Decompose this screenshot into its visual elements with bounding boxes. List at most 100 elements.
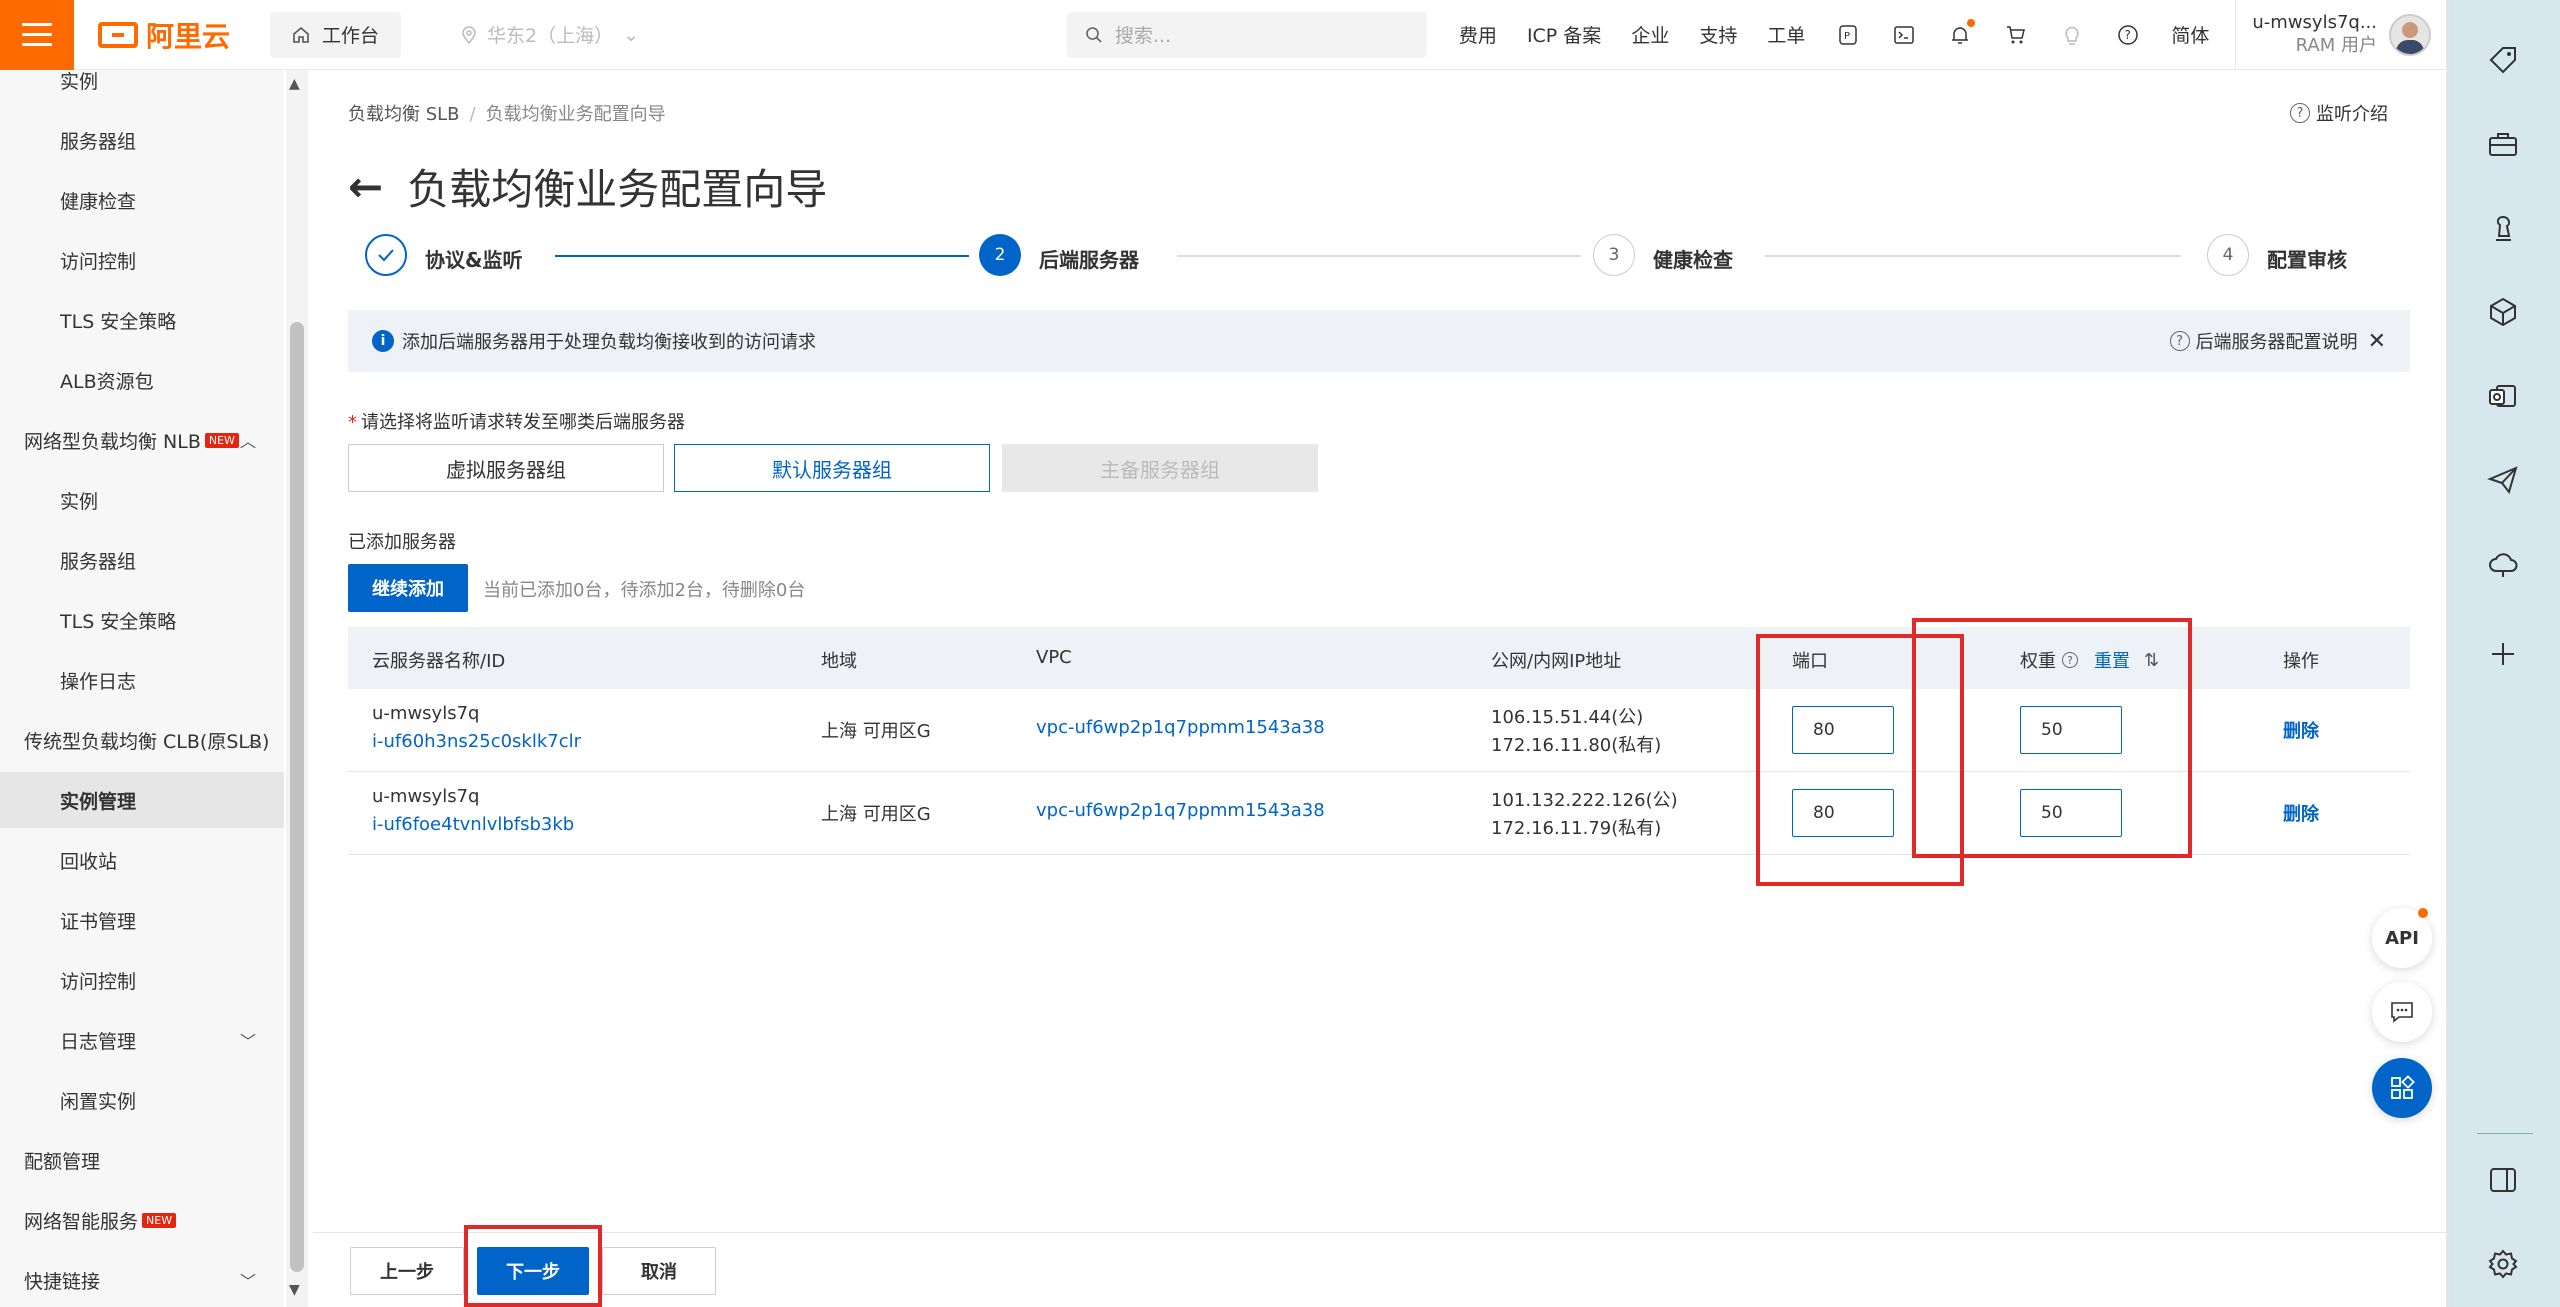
close-icon[interactable]: ✕ <box>2368 329 2386 354</box>
sidebar-item-label: 网络智能服务 <box>24 1210 139 1233</box>
cart-icon[interactable] <box>2003 22 2029 48</box>
sidebar-item-alb-access-control[interactable]: 访问控制 <box>0 232 284 288</box>
next-step-button[interactable]: 下一步 <box>477 1247 589 1295</box>
reset-weight-link[interactable]: 重置 <box>2094 647 2130 673</box>
continue-add-button[interactable]: 继续添加 <box>348 564 468 612</box>
sidebar-item-label: 回收站 <box>60 850 118 873</box>
page-title: ← 负载均衡业务配置向导 <box>348 156 827 217</box>
server-id-link[interactable]: i-uf60h3ns25c0sklk7clr <box>372 731 581 752</box>
sort-icon[interactable]: ⇅ <box>2144 650 2159 671</box>
sidebar-item-recycle-bin[interactable]: 回收站 <box>0 832 284 888</box>
sidebar-item-nlb-server-group[interactable]: 服务器组 <box>0 532 284 588</box>
sidebar-item-clb-access-control[interactable]: 访问控制 <box>0 952 284 1008</box>
sidebar-item-alb-server-group[interactable]: 服务器组 <box>0 112 284 168</box>
settings-gear-icon[interactable] <box>2483 1244 2523 1284</box>
add-status-text: 当前已添加0台，待添加2台，待删除0台 <box>483 580 806 601</box>
sidebar-item-alb-instance[interactable]: 实例 <box>0 52 284 108</box>
breadcrumb: 负载均衡 SLB / 负载均衡业务配置向导 <box>348 100 666 126</box>
outlook-icon[interactable] <box>2483 376 2523 416</box>
chess-icon[interactable] <box>2483 208 2523 248</box>
cloud-icon[interactable] <box>2483 544 2523 584</box>
region-selector[interactable]: 华东2（上海） ⌄ <box>461 21 639 48</box>
scroll-down-icon[interactable]: ▼ <box>289 1282 300 1298</box>
search-input[interactable]: 搜索... <box>1066 11 1427 58</box>
server-table: 云服务器名称/ID 地域 VPC 公网/内网IP地址 端口 权重 ? 重置 ⇅ … <box>348 627 2410 855</box>
api-label: API <box>2385 927 2419 949</box>
cube-icon[interactable] <box>2483 292 2523 332</box>
nav-enterprise[interactable]: 企业 <box>1631 21 1669 48</box>
sidebar-item-instance-management[interactable]: 实例管理 <box>0 772 284 828</box>
sidebar-item-label: 网络型负载均衡 NLB <box>24 430 201 453</box>
step-4-label: 配置审核 <box>2267 248 2347 272</box>
delete-button[interactable]: 删除 <box>2283 717 2319 743</box>
backend-config-help-link[interactable]: ? 后端服务器配置说明 ✕ <box>2169 328 2386 354</box>
api-float-button[interactable]: API <box>2372 908 2432 968</box>
user-menu[interactable]: u-mwsyls7q... RAM 用户 <box>2235 0 2431 70</box>
breadcrumb-slb[interactable]: 负载均衡 SLB <box>348 104 460 125</box>
server-group-prompt: * 请选择将监听请求转发至哪类后端服务器 <box>348 408 685 434</box>
sidebar-item-nlb-instance[interactable]: 实例 <box>0 472 284 528</box>
sidebar-item-label: 服务器组 <box>60 130 137 153</box>
vpc-link[interactable]: vpc-uf6wp2p1q7ppmm1543a38 <box>1036 717 1325 738</box>
sidebar-item-nlb-tls[interactable]: TLS 安全策略 <box>0 592 284 648</box>
avatar[interactable] <box>2389 13 2431 56</box>
vpc-link[interactable]: vpc-uf6wp2p1q7ppmm1543a38 <box>1036 800 1325 821</box>
sidebar-item-label: 证书管理 <box>60 910 137 933</box>
add-icon[interactable] <box>2483 634 2523 674</box>
sidebar-item-alb-resource-pack[interactable]: ALB资源包 <box>0 352 284 408</box>
lightbulb-icon[interactable] <box>2059 22 2085 48</box>
help-icon[interactable]: ? <box>2115 22 2141 48</box>
apps-float-button[interactable] <box>2372 1058 2432 1118</box>
back-arrow-icon[interactable]: ← <box>348 162 383 211</box>
info-text: 添加后端服务器用于处理负载均衡接收到的访问请求 <box>402 332 816 353</box>
primary-backup-group-button: 主备服务器组 <box>1002 444 1318 492</box>
terminal-icon[interactable] <box>1891 22 1917 48</box>
virtual-server-group-button[interactable]: 虚拟服务器组 <box>348 444 664 492</box>
sidebar-group-nlb[interactable]: 网络型负载均衡 NLB NEW ︿ <box>0 412 284 468</box>
port-input[interactable]: 80 <box>1792 706 1894 754</box>
nav-icp[interactable]: ICP 备案 <box>1527 21 1601 48</box>
notification-bell-icon[interactable] <box>1947 18 1976 48</box>
tag-icon[interactable] <box>2483 40 2523 80</box>
sidebar-item-log-management[interactable]: 日志管理 ﹀ <box>0 1012 284 1068</box>
chevron-down-icon: ﹀ <box>239 1272 256 1291</box>
public-ip: 106.15.51.44(公) <box>1491 707 1644 728</box>
api-explorer-icon[interactable]: P <box>1835 22 1861 48</box>
listener-intro-link[interactable]: ? 监听介绍 <box>2290 100 2388 126</box>
sidebar-item-alb-tls[interactable]: TLS 安全策略 <box>0 292 284 348</box>
nav-ticket[interactable]: 工单 <box>1767 21 1805 48</box>
step-1-check-icon <box>365 234 407 276</box>
logo[interactable]: 阿里云 <box>98 15 230 55</box>
sidebar-panel-icon[interactable] <box>2483 1160 2523 1200</box>
sidebar-item-idle-instance[interactable]: 闲置实例 <box>0 1072 284 1128</box>
sidebar-item-certificate[interactable]: 证书管理 <box>0 892 284 948</box>
nav-fees[interactable]: 费用 <box>1459 21 1497 48</box>
cancel-button[interactable]: 取消 <box>602 1247 716 1295</box>
sidebar-item-network-intelligence[interactable]: 网络智能服务 NEW <box>0 1192 284 1248</box>
toolbox-icon[interactable] <box>2483 124 2523 164</box>
sidebar-group-clb[interactable]: 传统型负载均衡 CLB(原SLB) ︿ <box>0 712 284 768</box>
sidebar-item-nlb-operation-log[interactable]: 操作日志 <box>0 652 284 708</box>
question-icon[interactable]: ? <box>2062 652 2078 668</box>
sidebar-item-label: 实例管理 <box>60 790 137 813</box>
step-2-label: 后端服务器 <box>1039 248 1139 272</box>
delete-button[interactable]: 删除 <box>2283 800 2319 826</box>
language-switch[interactable]: 简体 <box>2171 21 2209 48</box>
sidebar-item-alb-health-check[interactable]: 健康检查 <box>0 172 284 228</box>
send-icon[interactable] <box>2483 460 2523 500</box>
server-id-link[interactable]: i-uf6foe4tvnlvlbfsb3kb <box>372 814 574 835</box>
weight-input[interactable]: 50 <box>2020 706 2122 754</box>
scroll-up-icon[interactable]: ▲ <box>289 76 300 92</box>
sidebar-item-label: 实例 <box>60 490 99 513</box>
svg-text:P: P <box>1844 31 1850 42</box>
sidebar-item-quick-links[interactable]: 快捷链接 ﹀ <box>0 1252 284 1307</box>
chat-float-button[interactable] <box>2372 982 2432 1042</box>
default-server-group-button[interactable]: 默认服务器组 <box>674 444 990 492</box>
weight-input[interactable]: 50 <box>2020 789 2122 837</box>
port-input[interactable]: 80 <box>1792 789 1894 837</box>
sidebar-scroll-thumb[interactable] <box>290 322 304 1272</box>
sidebar-item-quota[interactable]: 配额管理 <box>0 1132 284 1188</box>
workbench-button[interactable]: 工作台 <box>270 11 402 58</box>
prev-step-button[interactable]: 上一步 <box>350 1247 464 1295</box>
nav-support[interactable]: 支持 <box>1699 21 1737 48</box>
